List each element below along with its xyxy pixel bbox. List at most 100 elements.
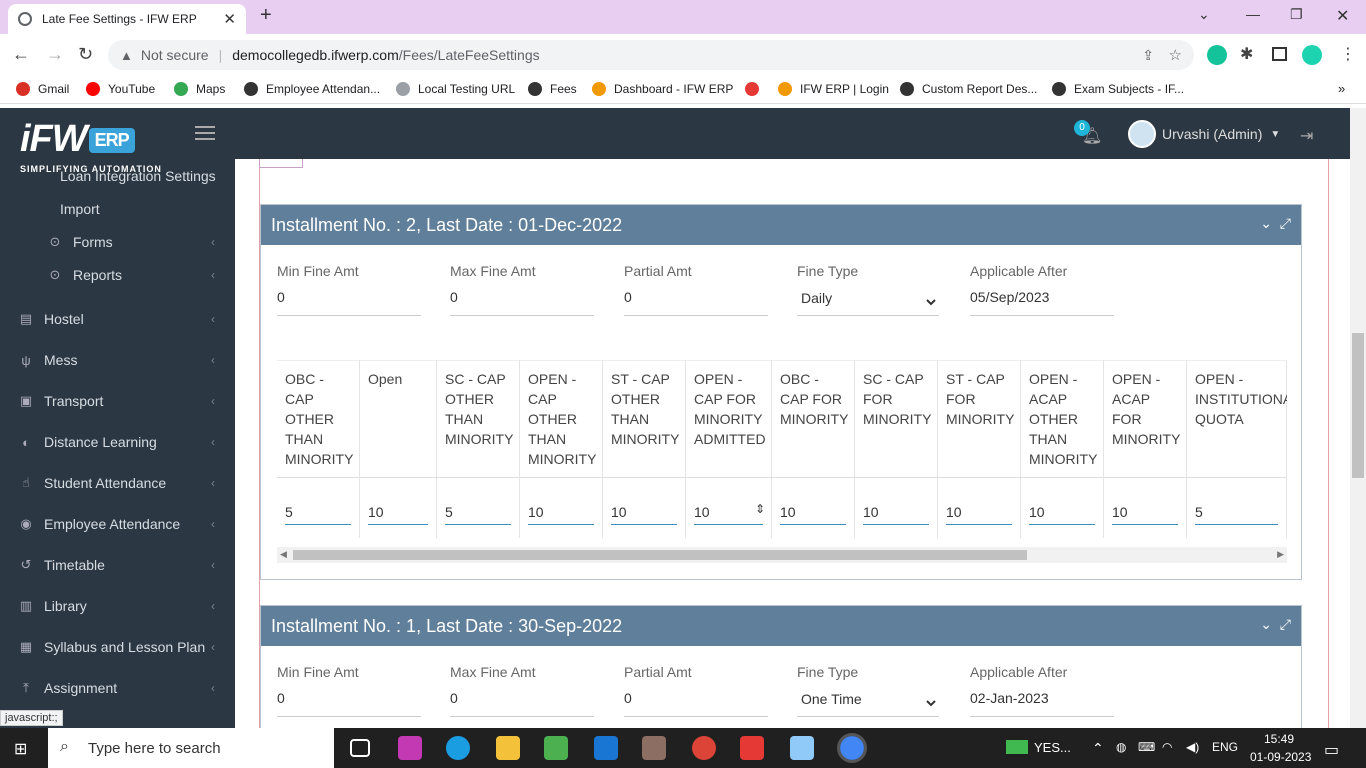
- stocks-icon[interactable]: [1006, 740, 1028, 754]
- url-field[interactable]: ▲ Not secure | democollegedb.ifwerp.com/…: [108, 40, 1194, 70]
- clock-date[interactable]: 01-09-2023: [1250, 750, 1311, 764]
- fine-type-select[interactable]: Daily: [797, 289, 939, 316]
- max-fine-input[interactable]: 0: [450, 690, 594, 717]
- ime-icon[interactable]: ⌨: [1138, 740, 1155, 754]
- partial-amt-input[interactable]: 0: [624, 690, 768, 717]
- tab-search-icon[interactable]: ⌄: [1198, 6, 1210, 23]
- sidebar-item-hostel[interactable]: ▤ Hostel ‹: [0, 299, 235, 339]
- bookmark-item[interactable]: Maps: [174, 82, 225, 96]
- chrome-active-icon[interactable]: [837, 733, 867, 763]
- fine-amount-input[interactable]: 10: [1029, 504, 1095, 525]
- fine-amount-input[interactable]: 10: [780, 504, 846, 525]
- grammarly-icon[interactable]: [1207, 45, 1227, 65]
- logo[interactable]: iFW ERP SIMPLIFYING AUTOMATION: [20, 118, 161, 174]
- fine-amount-input[interactable]: 10: [694, 504, 763, 525]
- applicable-after-input[interactable]: 02-Jan-2023: [970, 690, 1114, 717]
- sidebar-item-employee-attendance[interactable]: ◉ Employee Attendance ‹: [0, 504, 235, 544]
- fine-amount-input[interactable]: 10: [1112, 504, 1178, 525]
- applicable-after-input[interactable]: 05/Sep/2023: [970, 289, 1114, 316]
- bookmark-item[interactable]: Gmail: [16, 82, 69, 96]
- hamburger-icon[interactable]: [195, 126, 215, 140]
- bookmark-item[interactable]: Exam Subjects - IF...: [1052, 82, 1184, 96]
- scroll-thumb[interactable]: [293, 550, 1027, 560]
- sidebar-item-timetable[interactable]: ↺ Timetable ‹: [0, 545, 235, 585]
- taskbar-search[interactable]: ⌕ Type here to search: [48, 728, 334, 768]
- close-window-icon[interactable]: ✕: [1336, 6, 1349, 26]
- sidebar-item-reports[interactable]: ⊙ Reports ‹: [0, 255, 235, 295]
- more-bookmarks-icon[interactable]: »: [1338, 81, 1345, 96]
- bell-icon[interactable]: 🔔︎ 0: [1074, 120, 1102, 146]
- sidebar-item-student-attendance[interactable]: ☝ Student Attendance ‹: [0, 463, 235, 503]
- expand-icon[interactable]: ⤢: [1280, 215, 1291, 231]
- scroll-left-icon[interactable]: ◀: [280, 549, 287, 560]
- fine-amount-input[interactable]: 10: [946, 504, 1012, 525]
- close-tab-icon[interactable]: ✕: [223, 10, 236, 28]
- weather-text[interactable]: YES...: [1034, 740, 1071, 755]
- file-explorer-icon[interactable]: [496, 736, 520, 760]
- fine-amount-input[interactable]: 5: [285, 504, 351, 525]
- collapse-icon[interactable]: ⌄: [1260, 616, 1272, 632]
- sidebar-item-library[interactable]: ▥ Library ‹: [0, 586, 235, 626]
- wifi-icon[interactable]: ◠: [1162, 740, 1172, 754]
- profile-icon[interactable]: [1302, 45, 1322, 65]
- notification-center-icon[interactable]: ▭: [1324, 740, 1339, 760]
- spinner-icon[interactable]: ⇕: [755, 502, 765, 516]
- edge-icon[interactable]: [446, 736, 470, 760]
- page-scrollbar[interactable]: [1350, 108, 1366, 728]
- clock-time[interactable]: 15:49: [1264, 732, 1294, 746]
- page-scroll-thumb[interactable]: [1352, 333, 1364, 478]
- minimize-icon[interactable]: —: [1246, 6, 1260, 22]
- extensions-icon[interactable]: ✱: [1240, 44, 1253, 64]
- sidepanel-icon[interactable]: [1272, 47, 1287, 61]
- network-icon[interactable]: ◍: [1116, 740, 1126, 754]
- mail-icon[interactable]: [594, 736, 618, 760]
- windows-start-icon[interactable]: ⊞: [14, 739, 27, 759]
- partial-amt-input[interactable]: 0: [624, 289, 768, 316]
- logout-icon[interactable]: ⇥: [1300, 126, 1313, 146]
- menu-icon[interactable]: ⋮: [1340, 44, 1356, 64]
- back-icon[interactable]: ←: [12, 44, 30, 65]
- sidebar-item-syllabus-and-lesson-plan[interactable]: ▦ Syllabus and Lesson Plan ‹: [0, 627, 235, 667]
- scroll-right-icon[interactable]: ▶: [1277, 549, 1284, 560]
- bookmark-item[interactable]: [745, 82, 767, 96]
- store-icon[interactable]: [544, 736, 568, 760]
- fine-amount-input[interactable]: 5: [445, 504, 511, 525]
- wps-icon[interactable]: [398, 736, 422, 760]
- anydesk-icon[interactable]: [740, 736, 764, 760]
- bookmark-item[interactable]: Employee Attendan...: [244, 82, 380, 96]
- fine-amount-input[interactable]: 10: [863, 504, 929, 525]
- fine-amount-input[interactable]: 10: [611, 504, 677, 525]
- min-fine-input[interactable]: 0: [277, 289, 421, 316]
- star-icon[interactable]: ☆: [1169, 46, 1182, 64]
- tray-chevron-icon[interactable]: ⌃: [1092, 740, 1104, 757]
- sidebar-item-mess[interactable]: ψ Mess ‹: [0, 340, 235, 380]
- bookmark-item[interactable]: Custom Report Des...: [900, 82, 1037, 96]
- volume-icon[interactable]: ◀): [1186, 740, 1199, 754]
- language[interactable]: ENG: [1212, 740, 1238, 754]
- bookmark-item[interactable]: Local Testing URL: [396, 82, 515, 96]
- maximize-icon[interactable]: ❐: [1290, 6, 1303, 23]
- fine-type-select[interactable]: One Time: [797, 690, 939, 717]
- task-view-icon[interactable]: [350, 739, 370, 757]
- user-menu[interactable]: Urvashi (Admin) ▼: [1128, 120, 1280, 148]
- min-fine-input[interactable]: 0: [277, 690, 421, 717]
- max-fine-input[interactable]: 0: [450, 289, 594, 316]
- bookmark-item[interactable]: IFW ERP | Login: [778, 82, 889, 96]
- forward-icon[interactable]: →: [46, 44, 64, 65]
- new-tab-icon[interactable]: +: [260, 4, 272, 27]
- photos-icon[interactable]: [642, 736, 666, 760]
- bookmark-item[interactable]: YouTube: [86, 82, 155, 96]
- reload-icon[interactable]: ↻: [78, 44, 93, 65]
- fine-amount-input[interactable]: 5: [1195, 504, 1278, 525]
- expand-icon[interactable]: ⤢: [1280, 616, 1291, 632]
- sidebar-item-assignment[interactable]: ⤒ Assignment ‹: [0, 668, 235, 708]
- bookmark-item[interactable]: Fees: [528, 82, 577, 96]
- collapse-icon[interactable]: ⌄: [1260, 215, 1272, 231]
- notepad-icon[interactable]: [790, 736, 814, 760]
- fine-amount-input[interactable]: 10: [528, 504, 594, 525]
- sidebar-item-distance-learning[interactable]: ◐ Distance Learning ‹: [0, 422, 235, 462]
- horizontal-scrollbar[interactable]: ◀ ▶: [277, 547, 1287, 563]
- fine-amount-input[interactable]: 10: [368, 504, 428, 525]
- share-icon[interactable]: ⇪: [1142, 47, 1154, 64]
- chrome-icon[interactable]: [692, 736, 716, 760]
